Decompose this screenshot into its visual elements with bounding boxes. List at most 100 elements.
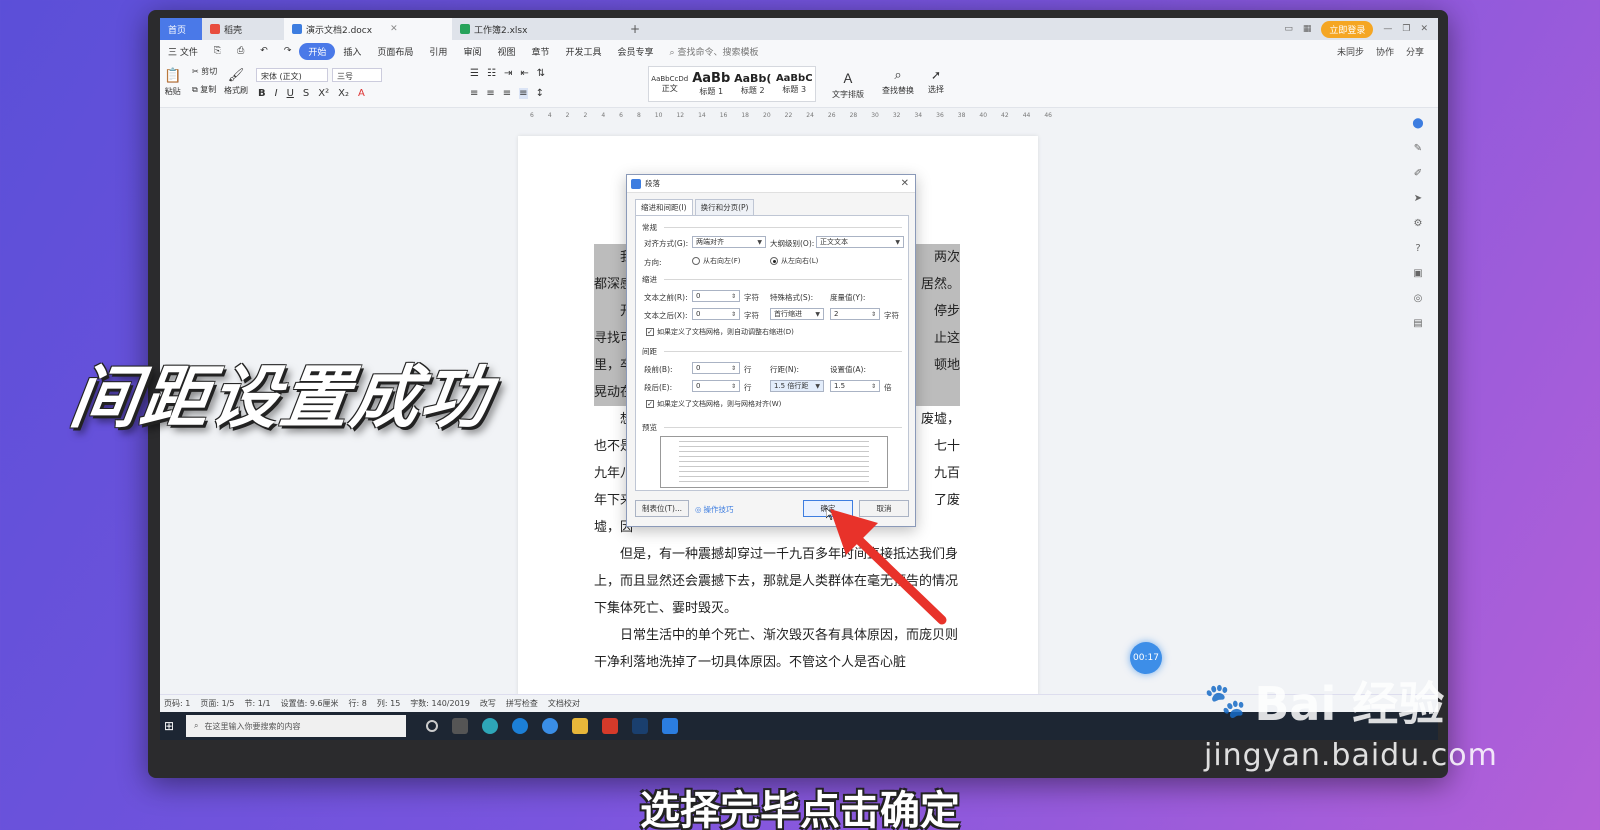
ruler[interactable]: 6 4 2 2 4 6 8 10 12 14 16 18 20 22 24 26 28 30 32 34 36 38 40 4… bbox=[530, 110, 1052, 120]
special-format-select[interactable]: 首行缩进 ▼ bbox=[770, 308, 824, 320]
layout-icon[interactable]: ▭ bbox=[1284, 24, 1293, 34]
menu-developer[interactable]: 开发工具 bbox=[557, 45, 609, 58]
tab-home[interactable]: 首页 bbox=[160, 18, 202, 40]
font-size-select[interactable]: 三号 bbox=[332, 68, 382, 82]
photoshop-icon[interactable] bbox=[632, 718, 648, 734]
share-button[interactable]: 分享 bbox=[1406, 45, 1424, 58]
status-overwrite[interactable]: 改写 bbox=[480, 698, 496, 709]
taskview-icon[interactable] bbox=[452, 718, 468, 734]
cortana-icon[interactable] bbox=[426, 720, 438, 732]
map-icon[interactable]: ◎ bbox=[1414, 293, 1423, 304]
location-icon[interactable]: ⬤ bbox=[1412, 118, 1423, 129]
bold-icon[interactable]: B bbox=[258, 88, 266, 99]
style-heading-2[interactable]: AaBb(标题 2 bbox=[732, 67, 774, 101]
redo-icon[interactable]: ↷ bbox=[276, 46, 300, 56]
sort-icon[interactable]: ⇅ bbox=[537, 68, 545, 79]
select-button[interactable]: ➚ 选择 bbox=[928, 68, 944, 95]
align-right-icon[interactable]: ≡ bbox=[503, 88, 511, 99]
login-button[interactable]: 立即登录 bbox=[1321, 20, 1374, 38]
bullets-icon[interactable]: ☰ bbox=[470, 68, 479, 79]
menu-file[interactable]: 三 文件 bbox=[160, 45, 206, 58]
tab-spreadsheet[interactable]: 工作簿2.xlsx bbox=[452, 18, 620, 40]
radio-rtl[interactable]: 从右向左(F) bbox=[692, 256, 741, 266]
measure-input[interactable]: 2 ⇕ bbox=[830, 308, 880, 320]
text-layout-button[interactable]: Ａ 文字排版 bbox=[832, 68, 864, 100]
find-replace-button[interactable]: ⌕ 查找替换 bbox=[882, 68, 914, 96]
align-justify-icon[interactable]: ≡ bbox=[519, 88, 528, 99]
style-heading-1[interactable]: AaBb 标题 1 bbox=[691, 67, 733, 101]
menu-layout[interactable]: 页面布局 bbox=[369, 45, 421, 58]
dialog-titlebar[interactable]: 段落 ✕ bbox=[627, 175, 915, 193]
close-window-icon[interactable]: ✕ bbox=[1420, 24, 1428, 34]
alignment-select[interactable]: 两端对齐 ▼ bbox=[692, 236, 766, 248]
save-icon[interactable]: ⎘ bbox=[206, 46, 229, 56]
undo-icon[interactable]: ↶ bbox=[252, 46, 276, 56]
close-icon[interactable]: ✕ bbox=[901, 178, 915, 189]
taskbar-search[interactable]: ⌕ 在这里输入你要搜索的内容 bbox=[186, 715, 406, 737]
new-tab-icon[interactable]: + bbox=[620, 22, 650, 36]
menu-member[interactable]: 会员专享 bbox=[610, 45, 662, 58]
copy-button[interactable]: ⧉ 复制 bbox=[192, 84, 216, 95]
space-after-input[interactable]: 0 ⇕ bbox=[692, 380, 740, 392]
align-center-icon[interactable]: ≡ bbox=[486, 88, 494, 99]
menu-chapter[interactable]: 章节 bbox=[523, 45, 557, 58]
windows-start-icon[interactable]: ⊞ bbox=[164, 719, 174, 733]
numbering-icon[interactable]: ☷ bbox=[487, 68, 496, 79]
outdent-icon[interactable]: ⇤ bbox=[520, 68, 528, 79]
sync-button[interactable]: 未同步 bbox=[1337, 45, 1364, 58]
spinner-icon[interactable]: ⇕ bbox=[871, 311, 876, 318]
auto-indent-checkbox[interactable]: ✓ 如果定义了文档网格，则自动调整右缩进(D) bbox=[646, 327, 794, 337]
format-painter-button[interactable]: 🖌 格式刷 bbox=[224, 68, 248, 96]
status-proofread[interactable]: 文档校对 bbox=[548, 698, 580, 709]
grid-icon[interactable]: ▦ bbox=[1303, 24, 1312, 34]
minimize-icon[interactable]: — bbox=[1383, 24, 1392, 34]
menu-view[interactable]: 视图 bbox=[489, 45, 523, 58]
align-left-icon[interactable]: ≡ bbox=[470, 88, 478, 99]
grid-align-checkbox[interactable]: ✓ 如果定义了文档网格，则与网格对齐(W) bbox=[646, 399, 781, 409]
cut-button[interactable]: ✂ 剪切 bbox=[192, 66, 217, 77]
tips-link[interactable]: ◎ 操作技巧 bbox=[695, 504, 734, 515]
status-wordcount[interactable]: 字数: 140/2019 bbox=[410, 698, 470, 709]
style-heading-3[interactable]: AaBbC 标题 3 bbox=[774, 67, 816, 101]
menu-review[interactable]: 审阅 bbox=[455, 45, 489, 58]
image-icon[interactable]: ▣ bbox=[1413, 268, 1422, 279]
style-normal[interactable]: AaBbCcDd 正文 bbox=[649, 67, 691, 101]
spinner-icon[interactable]: ⇕ bbox=[731, 293, 736, 300]
superscript-icon[interactable]: X² bbox=[318, 88, 329, 99]
indent-icon[interactable]: ⇥ bbox=[504, 68, 512, 79]
tab-document[interactable]: 演示文档2.docx ✕ bbox=[284, 18, 452, 40]
font-name-select[interactable]: 宋体 (正文) bbox=[256, 68, 328, 82]
spinner-icon[interactable]: ⇕ bbox=[731, 365, 736, 372]
browser-icon[interactable] bbox=[482, 718, 498, 734]
paste-button[interactable]: 📋 粘贴 bbox=[164, 68, 181, 97]
spinner-icon[interactable]: ⇕ bbox=[731, 311, 736, 318]
sogou-icon[interactable] bbox=[542, 718, 558, 734]
tab-shell[interactable]: 稻壳 bbox=[202, 18, 284, 40]
cursor-icon[interactable]: ➤ bbox=[1414, 193, 1422, 204]
settings-icon[interactable]: ⚙ bbox=[1414, 218, 1423, 229]
restore-icon[interactable]: ❐ bbox=[1402, 24, 1410, 34]
edit-icon[interactable]: ✐ bbox=[1414, 168, 1422, 179]
after-text-input[interactable]: 0 ⇕ bbox=[692, 308, 740, 320]
menu-home[interactable]: 开始 bbox=[299, 42, 336, 60]
set-value-input[interactable]: 1.5 ⇕ bbox=[830, 380, 880, 392]
line-spacing-icon[interactable]: ↕ bbox=[536, 88, 544, 99]
strikethrough-icon[interactable]: S bbox=[303, 88, 309, 99]
pin-icon[interactable]: ✎ bbox=[1414, 143, 1422, 154]
menu-reference[interactable]: 引用 bbox=[421, 45, 455, 58]
folder-icon[interactable] bbox=[572, 718, 588, 734]
outline-level-select[interactable]: 正文文本 ▼ bbox=[816, 236, 904, 248]
underline-icon[interactable]: U bbox=[287, 88, 294, 99]
font-color-icon[interactable]: A bbox=[358, 88, 365, 99]
command-search[interactable]: ⌕ 查找命令、搜索模板 bbox=[670, 45, 759, 58]
subscript-icon[interactable]: X₂ bbox=[338, 88, 349, 99]
help-icon[interactable]: ? bbox=[1415, 243, 1420, 254]
line-spacing-select[interactable]: 1.5 倍行距 ▼ bbox=[770, 380, 824, 392]
spinner-icon[interactable]: ⇕ bbox=[871, 383, 876, 390]
wps-icon[interactable] bbox=[602, 718, 618, 734]
radio-ltr[interactable]: 从左向右(L) bbox=[770, 256, 818, 266]
tab-indent-spacing[interactable]: 缩进和间距(I) bbox=[635, 199, 693, 216]
menu-insert[interactable]: 插入 bbox=[335, 45, 369, 58]
edge-icon[interactable] bbox=[512, 718, 528, 734]
close-tab-icon[interactable]: ✕ bbox=[390, 24, 398, 34]
